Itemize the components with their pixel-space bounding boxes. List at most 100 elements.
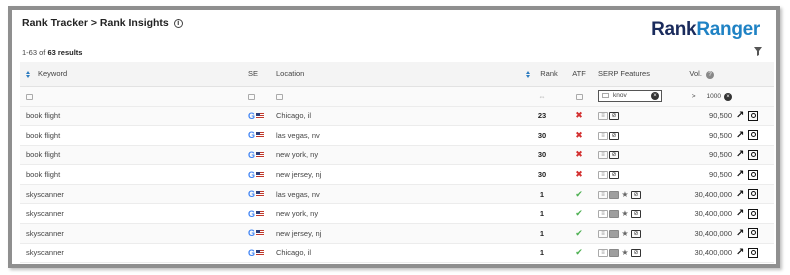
filter-field-icon[interactable] bbox=[26, 93, 33, 100]
actions-cell: ↗ bbox=[736, 145, 774, 166]
trend-chart-icon[interactable]: ↗ bbox=[736, 169, 744, 180]
serp-features-cell: ≡ ⊘ bbox=[598, 125, 674, 146]
keyword-cell[interactable]: book flight bbox=[20, 125, 248, 146]
keyword-cell[interactable]: book flight bbox=[20, 106, 248, 127]
trend-chart-icon[interactable]: ↗ bbox=[736, 228, 744, 239]
serp-features: ≡ ⊘ bbox=[598, 151, 619, 160]
funnel-filter-icon[interactable] bbox=[754, 47, 762, 56]
table-row[interactable]: book flight G new york, ny 30 ✖ ≡ ⊘ 90,50… bbox=[20, 145, 774, 166]
sort-icon[interactable] bbox=[526, 70, 532, 78]
star-feature-icon: ★ bbox=[621, 209, 629, 219]
result-feature-icon: ≡ bbox=[598, 190, 608, 199]
serp-features-cell: ≡ ★ ⊘ bbox=[598, 203, 674, 225]
filter-field-icon[interactable] bbox=[276, 93, 283, 100]
volume-cell: 30,400,000 bbox=[674, 223, 736, 244]
trend-chart-icon[interactable]: ↗ bbox=[736, 247, 744, 258]
column-keyword[interactable]: Keyword bbox=[20, 62, 248, 87]
info-icon[interactable]: i bbox=[173, 19, 183, 28]
search-engine-cell: G bbox=[248, 145, 276, 166]
rank-filter-cell[interactable]: ⇔ bbox=[524, 86, 560, 107]
location-cell: new jersey, nj bbox=[276, 223, 524, 244]
serp-view-icon[interactable] bbox=[748, 208, 759, 219]
column-rank[interactable]: Rank bbox=[524, 62, 560, 87]
column-volume[interactable]: Vol. ? bbox=[674, 62, 736, 87]
trend-chart-icon[interactable]: ↗ bbox=[736, 208, 744, 219]
column-se[interactable]: SE bbox=[248, 62, 276, 87]
atf-cell: ✔ bbox=[560, 203, 598, 225]
location-filter-cell[interactable] bbox=[276, 86, 524, 107]
rank-cell: 30 bbox=[524, 145, 560, 166]
clear-filter-icon[interactable]: × bbox=[724, 92, 732, 101]
table-row[interactable]: book flight G las vegas, nv 30 ✖ ≡ ⊘ 90,5… bbox=[20, 125, 774, 146]
image-feature-icon bbox=[609, 190, 619, 199]
table-row[interactable]: book flight G Chicago, il 23 ✖ ≡ ⊘ 90,500… bbox=[20, 106, 774, 127]
rank-value: 1 bbox=[539, 189, 545, 199]
location-cell: new york, ny bbox=[276, 145, 524, 166]
serp-features: ≡ ⊘ bbox=[598, 131, 619, 140]
search-engine-cell: G bbox=[248, 243, 276, 264]
trend-chart-icon[interactable]: ↗ bbox=[736, 130, 744, 141]
result-feature-icon: ≡ bbox=[598, 112, 608, 121]
serp-view-icon[interactable] bbox=[748, 149, 759, 160]
trend-chart-icon[interactable]: ↗ bbox=[736, 149, 744, 160]
table-row[interactable]: skyscanner G Chicago, il 1 ✔ ≡ ★ ⊘ 30,400,… bbox=[20, 243, 774, 264]
serp-view-icon[interactable] bbox=[748, 247, 759, 258]
serp-features: ≡ ★ ⊘ bbox=[598, 209, 641, 219]
table-row[interactable]: skyscanner G new york, ny 1 ✔ ≡ ★ ⊘ 30,400… bbox=[20, 203, 774, 225]
us-flag-icon bbox=[256, 249, 265, 256]
atf-cell: ✖ bbox=[560, 145, 598, 166]
link-feature-icon: ⊘ bbox=[631, 249, 641, 258]
atf-cell: ✖ bbox=[560, 164, 598, 185]
keyword-cell[interactable]: book flight bbox=[20, 145, 248, 166]
atf-filter-cell[interactable] bbox=[560, 86, 598, 107]
column-keyword-label: Keyword bbox=[38, 69, 68, 79]
serp-view-icon[interactable] bbox=[748, 189, 759, 200]
clear-filter-icon[interactable]: × bbox=[651, 92, 659, 100]
sort-icon[interactable] bbox=[26, 70, 32, 78]
volume-filter-value[interactable]: 1000 bbox=[707, 93, 721, 100]
volume-filter-operator[interactable]: > bbox=[692, 93, 696, 100]
trend-chart-icon[interactable]: ↗ bbox=[736, 189, 744, 200]
link-feature-icon: ⊘ bbox=[609, 131, 619, 140]
keyword-filter-cell[interactable] bbox=[20, 86, 248, 107]
table-row[interactable]: skyscanner G las vegas, nv 1 ✔ ≡ ★ ⊘ 30,40… bbox=[20, 184, 774, 205]
column-location[interactable]: Location bbox=[276, 62, 524, 87]
rankranger-logo: RankRanger bbox=[651, 19, 760, 41]
table-row[interactable]: skyscanner G new jersey, nj 1 ✔ ≡ ★ ⊘ 30,4… bbox=[20, 223, 774, 244]
keyword-cell[interactable]: skyscanner bbox=[20, 184, 248, 205]
serp-view-icon[interactable] bbox=[748, 228, 759, 239]
column-serp-features[interactable]: SERP Features bbox=[598, 62, 674, 87]
table-row[interactable]: book flight G new jersey, nj 30 ✖ ≡ ⊘ 90,… bbox=[20, 164, 774, 185]
serp-view-icon[interactable] bbox=[748, 169, 759, 180]
serp-filter-cell[interactable]: knov × bbox=[598, 86, 674, 107]
keyword-cell[interactable]: skyscanner bbox=[20, 223, 248, 244]
se-filter-cell[interactable] bbox=[248, 86, 276, 107]
info-icon[interactable]: ? bbox=[706, 70, 714, 79]
serp-features: ≡ ★ ⊘ bbox=[598, 249, 641, 258]
check-icon: ✔ bbox=[575, 208, 583, 219]
serp-view-icon[interactable] bbox=[748, 110, 759, 121]
page-header: Rank Tracker > Rank Insights i RankRange… bbox=[12, 10, 776, 44]
rank-value: 23 bbox=[537, 111, 547, 121]
keyword-cell[interactable]: skyscanner bbox=[20, 203, 248, 225]
rank-value: 30 bbox=[537, 170, 547, 180]
breadcrumb-text[interactable]: Rank Tracker > Rank Insights bbox=[22, 17, 169, 29]
volume-filter[interactable]: > 1000 × bbox=[692, 92, 732, 101]
keyword-cell[interactable]: book flight bbox=[20, 164, 248, 185]
us-flag-icon bbox=[256, 230, 265, 237]
filter-field-icon[interactable] bbox=[575, 93, 583, 100]
filter-field-icon[interactable] bbox=[248, 93, 255, 100]
keyword-cell[interactable]: skyscanner bbox=[20, 243, 248, 264]
actions-cell: ↗ bbox=[736, 223, 774, 244]
serp-filter-input[interactable]: knov × bbox=[598, 90, 662, 102]
volume-cell: 90,500 bbox=[674, 106, 736, 127]
trend-chart-icon[interactable]: ↗ bbox=[736, 110, 744, 121]
volume-filter-cell[interactable]: > 1000 × bbox=[674, 86, 736, 107]
column-atf[interactable]: ATF bbox=[560, 62, 598, 87]
column-volume-label: Vol. bbox=[689, 68, 702, 78]
table-header-row: Keyword SE Location Rank ATF SERP Featur… bbox=[20, 62, 774, 87]
us-flag-icon bbox=[256, 132, 265, 139]
serp-view-icon[interactable] bbox=[748, 130, 759, 141]
image-feature-icon bbox=[609, 210, 619, 219]
serp-features: ≡ ⊘ bbox=[598, 112, 619, 121]
